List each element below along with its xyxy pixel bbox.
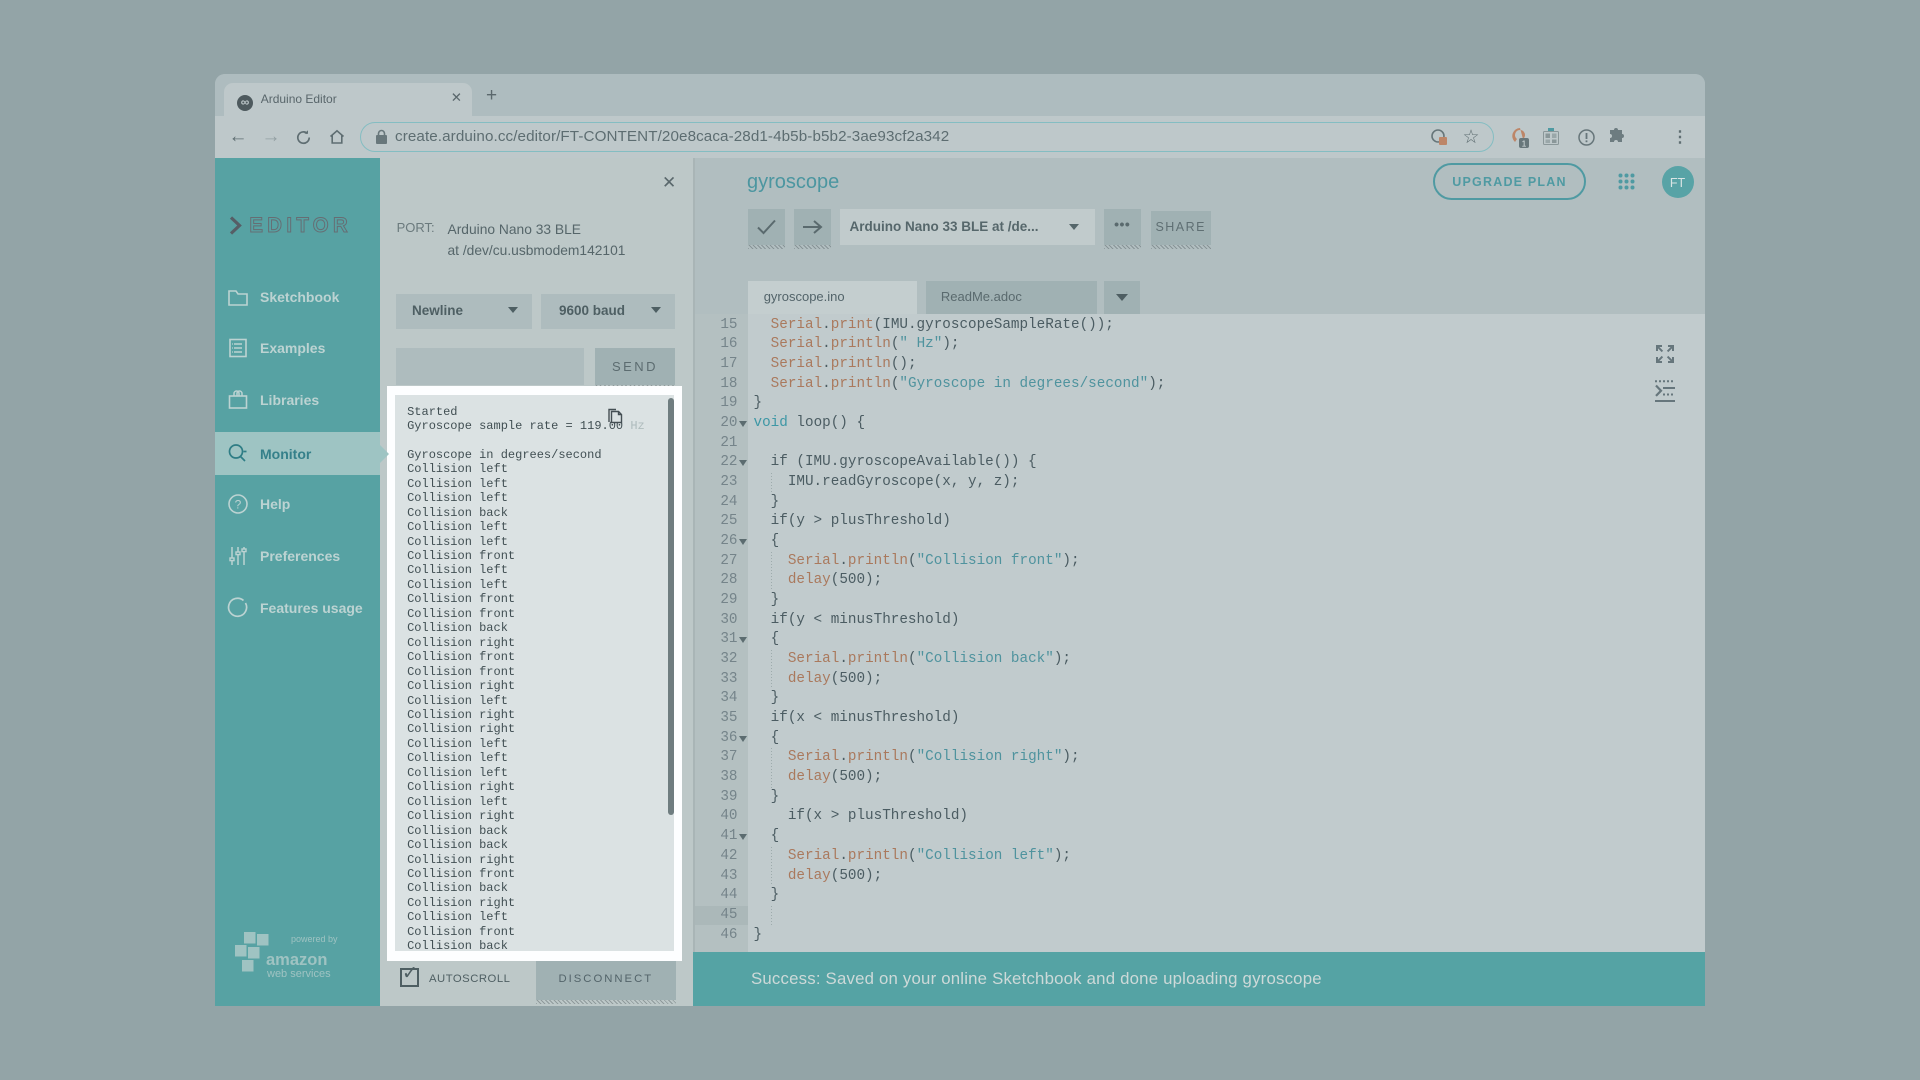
svg-text:1: 1 <box>1522 139 1527 149</box>
svg-text:∞: ∞ <box>240 95 249 109</box>
svg-text:amazon: amazon <box>266 951 327 969</box>
svg-text:?: ? <box>235 498 242 512</box>
svg-text:powered by: powered by <box>291 934 338 944</box>
svg-text:web services: web services <box>266 968 331 980</box>
svg-text:EDITOR: EDITOR <box>249 214 352 237</box>
